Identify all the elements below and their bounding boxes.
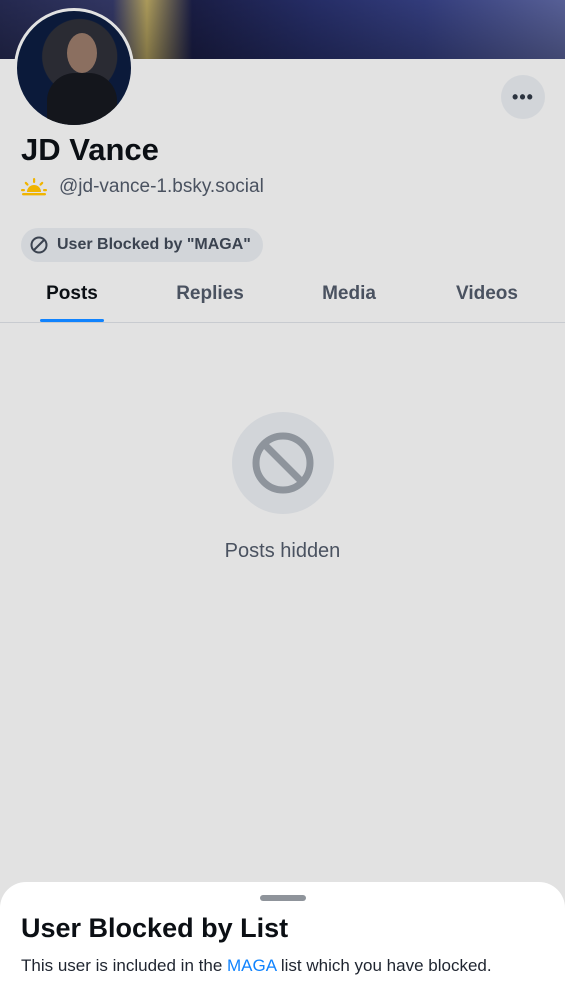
handle-row: @jd-vance-1.bsky.social xyxy=(21,175,264,199)
active-tab-indicator xyxy=(40,319,104,322)
handle-text: @jd-vance-1.bsky.social xyxy=(59,176,264,197)
blocked-badge[interactable]: User Blocked by "MAGA" xyxy=(21,228,263,262)
tab-videos-label: Videos xyxy=(456,283,518,304)
sheet-drag-handle[interactable] xyxy=(260,895,306,901)
blocked-by-list-sheet: User Blocked by List This user is includ… xyxy=(0,882,565,1000)
sheet-desc-before: This user is included in the xyxy=(21,956,227,975)
avatar[interactable] xyxy=(14,8,134,128)
ellipsis-icon: ••• xyxy=(512,86,534,107)
tab-videos[interactable]: Videos xyxy=(447,266,527,322)
avatar-figure xyxy=(47,73,117,125)
block-icon xyxy=(252,432,314,494)
block-small-icon xyxy=(30,236,48,254)
profile-tabs: Posts Replies Media Videos xyxy=(0,266,565,323)
display-name: JD Vance xyxy=(21,132,159,167)
tab-media-label: Media xyxy=(322,283,376,304)
tab-replies[interactable]: Replies xyxy=(168,266,252,322)
tab-replies-label: Replies xyxy=(176,283,244,304)
tab-posts-label: Posts xyxy=(46,283,98,304)
more-options-button[interactable]: ••• xyxy=(501,75,545,119)
maga-list-link[interactable]: MAGA xyxy=(227,956,276,975)
sheet-title: User Blocked by List xyxy=(21,913,289,943)
tab-media[interactable]: Media xyxy=(312,266,386,322)
sheet-description: This user is included in the MAGA list w… xyxy=(21,956,561,976)
blocked-badge-label: User Blocked by "MAGA" xyxy=(57,236,251,253)
posts-hidden-text: Posts hidden xyxy=(224,540,341,562)
sheet-desc-after: list which you have blocked. xyxy=(276,956,492,975)
sunrise-icon xyxy=(21,178,47,196)
avatar-head xyxy=(67,33,97,73)
tab-posts[interactable]: Posts xyxy=(40,266,104,322)
posts-hidden-icon-container xyxy=(232,412,334,514)
